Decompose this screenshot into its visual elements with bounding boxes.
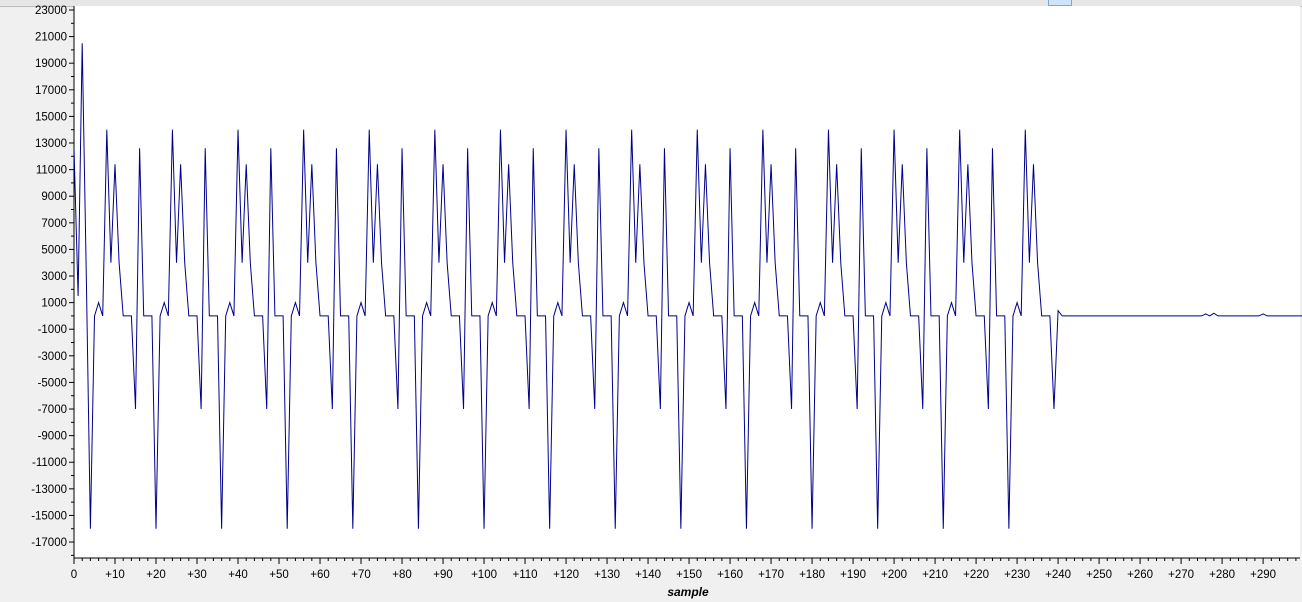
y-tick-label: 13000 xyxy=(35,138,67,150)
x-tick-label: +50 xyxy=(269,569,289,581)
x-tick-label: +260 xyxy=(1127,569,1153,581)
x-tick-label: +70 xyxy=(351,569,371,581)
y-tick-label: 7000 xyxy=(41,218,67,230)
x-tick-label: +40 xyxy=(228,569,248,581)
x-tick-label: +290 xyxy=(1250,569,1276,581)
x-tick-label: +110 xyxy=(513,569,538,581)
y-tick-label: 23000 xyxy=(35,5,67,17)
x-tick-label: +250 xyxy=(1086,569,1112,581)
y-tick-label: 19000 xyxy=(35,58,67,70)
x-tick-label: +140 xyxy=(635,569,661,581)
signal-chart: 23000 21000 19000 17000 15000 13000 11000 9000 7… xyxy=(31,5,1302,599)
y-tick-label: -17000 xyxy=(31,537,67,549)
x-tick-label: +160 xyxy=(717,569,743,581)
x-tick-label: +100 xyxy=(471,569,497,581)
x-tick-label: +280 xyxy=(1209,569,1235,581)
x-tick-label: +230 xyxy=(1004,569,1030,581)
x-tick-label: +170 xyxy=(758,569,784,581)
x-tick-label: +80 xyxy=(392,569,412,581)
y-tick-label: 15000 xyxy=(35,111,67,123)
x-tick-label: +130 xyxy=(594,569,620,581)
y-tick-label: 3000 xyxy=(41,271,67,283)
x-tick-label: +20 xyxy=(146,569,166,581)
plot-area xyxy=(74,6,1300,558)
x-tick-label: +200 xyxy=(881,569,907,581)
y-tick-label: -9000 xyxy=(38,431,67,443)
x-tick-label: +150 xyxy=(676,569,702,581)
y-tick-label: 17000 xyxy=(35,85,67,97)
y-tick-label: -3000 xyxy=(38,351,67,363)
y-tick-label: 1000 xyxy=(41,298,67,310)
y-tick-label: -13000 xyxy=(31,484,67,496)
x-tick-label: +220 xyxy=(963,569,989,581)
x-tick-label: 0 xyxy=(71,569,77,581)
y-axis-ticks: 23000 21000 19000 17000 15000 13000 11000 9000 7… xyxy=(31,5,74,556)
y-tick-label: -7000 xyxy=(38,404,67,416)
x-tick-label: +30 xyxy=(187,569,207,581)
x-axis-title: sample xyxy=(667,585,709,599)
x-tick-label: +210 xyxy=(922,569,948,581)
x-tick-label: +180 xyxy=(799,569,825,581)
x-tick-label: +60 xyxy=(310,569,330,581)
y-tick-label: 5000 xyxy=(41,244,67,256)
y-tick-label: -5000 xyxy=(38,377,67,389)
x-tick-label: +90 xyxy=(433,569,453,581)
app-window: 23000 21000 19000 17000 15000 13000 11000 9000 7… xyxy=(0,0,1302,602)
x-tick-label: +240 xyxy=(1045,569,1071,581)
y-tick-label: -15000 xyxy=(31,510,67,522)
y-tick-label: -11000 xyxy=(32,457,67,469)
y-tick-label: -1000 xyxy=(38,324,67,336)
x-tick-label: +10 xyxy=(105,569,125,581)
x-tick-label: +190 xyxy=(840,569,866,581)
y-tick-label: 9000 xyxy=(41,191,67,203)
y-tick-label: 11000 xyxy=(36,165,67,177)
x-tick-label: +270 xyxy=(1168,569,1194,581)
y-tick-label: 21000 xyxy=(35,32,67,44)
x-tick-label: +120 xyxy=(553,569,579,581)
x-axis-ticks: 0 +10 +20 +30 +40 +50 +60 +70 +80 +90 +100 +110 +120… xyxy=(71,558,1297,581)
